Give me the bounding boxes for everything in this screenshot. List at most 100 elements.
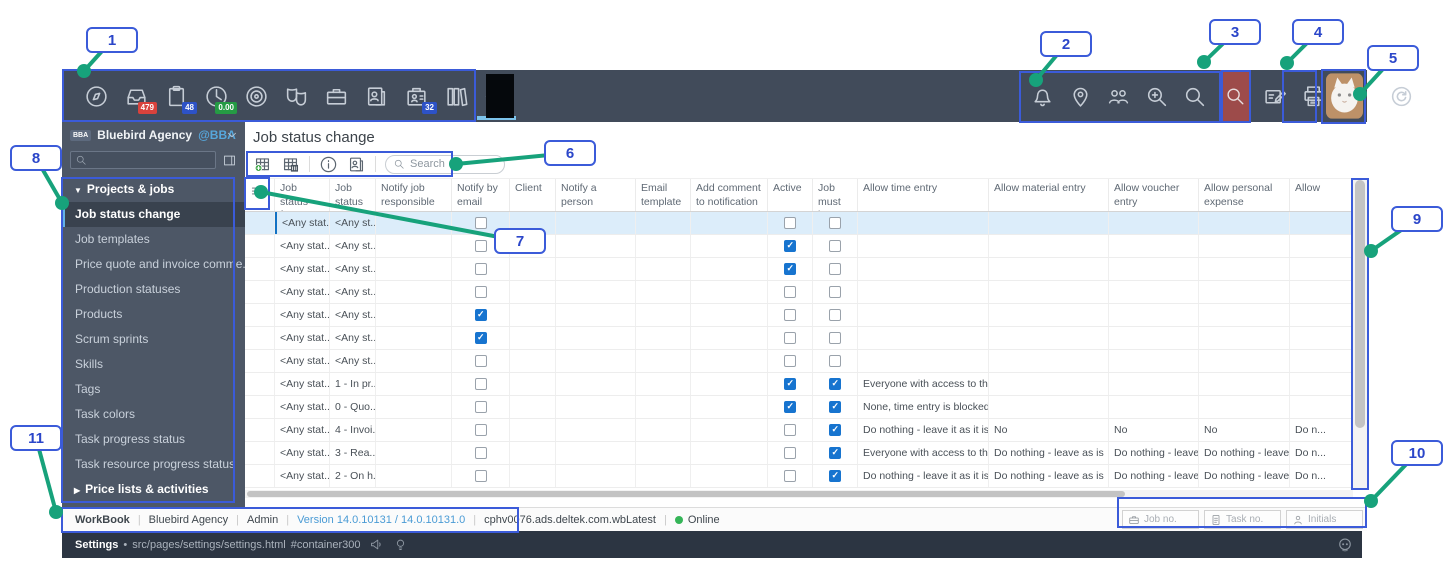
cell-active[interactable]	[768, 350, 813, 372]
cell-email_template[interactable]	[636, 373, 691, 395]
notify_email-checkbox[interactable]	[475, 217, 487, 229]
billable-checkbox[interactable]	[829, 217, 841, 229]
column-header-client[interactable]: Client	[510, 179, 556, 211]
cell-time_entry[interactable]: None, time entry is blocked	[858, 396, 989, 418]
cell-menu[interactable]	[245, 419, 275, 441]
cell-voucher_entry[interactable]	[1109, 304, 1199, 326]
cell-client[interactable]	[510, 442, 556, 464]
location-icon[interactable]	[1068, 84, 1093, 109]
cell-allow_more[interactable]	[1290, 373, 1353, 395]
cell-voucher_entry[interactable]	[1109, 396, 1199, 418]
cell-add_comment[interactable]	[691, 396, 768, 418]
cell-allow_more[interactable]: Do n...	[1290, 465, 1353, 487]
sidebar-item-scrum-sprints[interactable]: Scrum sprints	[62, 327, 245, 352]
cell-active[interactable]	[768, 212, 813, 234]
cell-notify_person[interactable]	[556, 442, 636, 464]
column-header-notify_responsible[interactable]: Notify job responsible	[376, 179, 452, 211]
cell-email_template[interactable]	[636, 304, 691, 326]
cell-active[interactable]	[768, 258, 813, 280]
notify_email-checkbox[interactable]	[475, 401, 487, 413]
cell-time_entry[interactable]	[858, 350, 989, 372]
company-selector[interactable]: BBA Bluebird Agency @BBA	[62, 122, 245, 148]
active-checkbox[interactable]	[784, 470, 796, 482]
cell-allow_more[interactable]	[1290, 281, 1353, 303]
sidebar-group-price-lists-activities[interactable]: ▶Price lists & activities	[62, 477, 245, 502]
cell-email_template[interactable]	[636, 281, 691, 303]
horizontal-scrollbar[interactable]	[245, 490, 1353, 498]
cell-menu[interactable]	[245, 327, 275, 349]
cell-voucher_entry[interactable]	[1109, 235, 1199, 257]
cell-time_entry[interactable]	[858, 327, 989, 349]
notify_email-checkbox[interactable]	[475, 332, 487, 344]
grid-search-input[interactable]: Search	[385, 155, 505, 174]
cell-notify_person[interactable]	[556, 235, 636, 257]
cell-allow_more[interactable]: Do n...	[1290, 442, 1353, 464]
notify_email-checkbox[interactable]	[475, 424, 487, 436]
table-row[interactable]: <Any stat...3 - Rea...Everyone with acce…	[245, 442, 1353, 465]
column-header-menu[interactable]	[245, 179, 275, 211]
cell-from[interactable]: <Any stat...	[275, 327, 330, 349]
sidebar-item-products[interactable]: Products	[62, 302, 245, 327]
active-checkbox[interactable]	[784, 286, 796, 298]
sidebar-item-task-colors[interactable]: Task colors	[62, 402, 245, 427]
cell-notify_email[interactable]	[452, 373, 510, 395]
contacts-icon[interactable]: 32	[404, 84, 429, 109]
cell-to[interactable]: <Any st...	[330, 258, 376, 280]
billable-checkbox[interactable]	[829, 355, 841, 367]
refresh-icon[interactable]	[1389, 84, 1414, 109]
table-row[interactable]: <Any stat...<Any st...	[245, 281, 1353, 304]
cell-material_entry[interactable]	[989, 258, 1109, 280]
cell-add_comment[interactable]	[691, 373, 768, 395]
cell-notify_person[interactable]	[556, 419, 636, 441]
people-icon[interactable]	[1106, 84, 1131, 109]
cell-add_comment[interactable]	[691, 258, 768, 280]
cell-from[interactable]: <Any stat...	[275, 212, 330, 234]
cell-time_entry[interactable]: Everyone with access to the ...	[858, 373, 989, 395]
cell-active[interactable]	[768, 235, 813, 257]
cell-personal_expense[interactable]	[1199, 327, 1290, 349]
cell-personal_expense[interactable]	[1199, 281, 1290, 303]
delete-row-button[interactable]	[281, 155, 300, 174]
cell-allow_more[interactable]	[1290, 350, 1353, 372]
compose-note-icon[interactable]	[1263, 84, 1288, 109]
cell-time_entry[interactable]	[858, 235, 989, 257]
cell-menu[interactable]	[245, 373, 275, 395]
cell-add_comment[interactable]	[691, 235, 768, 257]
cell-voucher_entry[interactable]	[1109, 373, 1199, 395]
cell-material_entry[interactable]	[989, 327, 1109, 349]
cell-from[interactable]: <Any stat...	[275, 373, 330, 395]
cell-menu[interactable]	[245, 350, 275, 372]
cell-add_comment[interactable]	[691, 419, 768, 441]
cell-billable[interactable]	[813, 442, 858, 464]
cell-notify_responsible[interactable]	[376, 304, 452, 326]
active-checkbox[interactable]	[784, 263, 796, 275]
finance-icon[interactable]	[444, 84, 469, 109]
cell-to[interactable]: 0 - Quo...	[330, 396, 376, 418]
cell-active[interactable]	[768, 442, 813, 464]
quick-field-job-no[interactable]: Job no.	[1122, 510, 1199, 529]
cell-personal_expense[interactable]	[1199, 350, 1290, 372]
billable-checkbox[interactable]	[829, 378, 841, 390]
cell-notify_person[interactable]	[556, 281, 636, 303]
cell-email_template[interactable]	[636, 235, 691, 257]
cell-notify_email[interactable]	[452, 350, 510, 372]
cell-add_comment[interactable]	[691, 212, 768, 234]
cell-from[interactable]: <Any stat...	[275, 419, 330, 441]
cell-from[interactable]: <Any stat...	[275, 396, 330, 418]
cell-from[interactable]: <Any stat...	[275, 350, 330, 372]
cell-allow_more[interactable]	[1290, 258, 1353, 280]
cell-personal_expense[interactable]: No	[1199, 419, 1290, 441]
tasks-icon[interactable]: 48	[164, 84, 189, 109]
cell-from[interactable]: <Any stat...	[275, 281, 330, 303]
cell-material_entry[interactable]: Do nothing - leave as is	[989, 465, 1109, 487]
cell-from[interactable]: <Any stat...	[275, 235, 330, 257]
cell-notify_responsible[interactable]	[376, 350, 452, 372]
search-icon[interactable]	[1182, 84, 1207, 109]
cell-billable[interactable]	[813, 350, 858, 372]
cell-email_template[interactable]	[636, 465, 691, 487]
cell-notify_responsible[interactable]	[376, 442, 452, 464]
cell-allow_more[interactable]	[1290, 235, 1353, 257]
cell-billable[interactable]	[813, 258, 858, 280]
quick-field-initials[interactable]: Initials	[1286, 510, 1363, 529]
active-checkbox[interactable]	[784, 378, 796, 390]
